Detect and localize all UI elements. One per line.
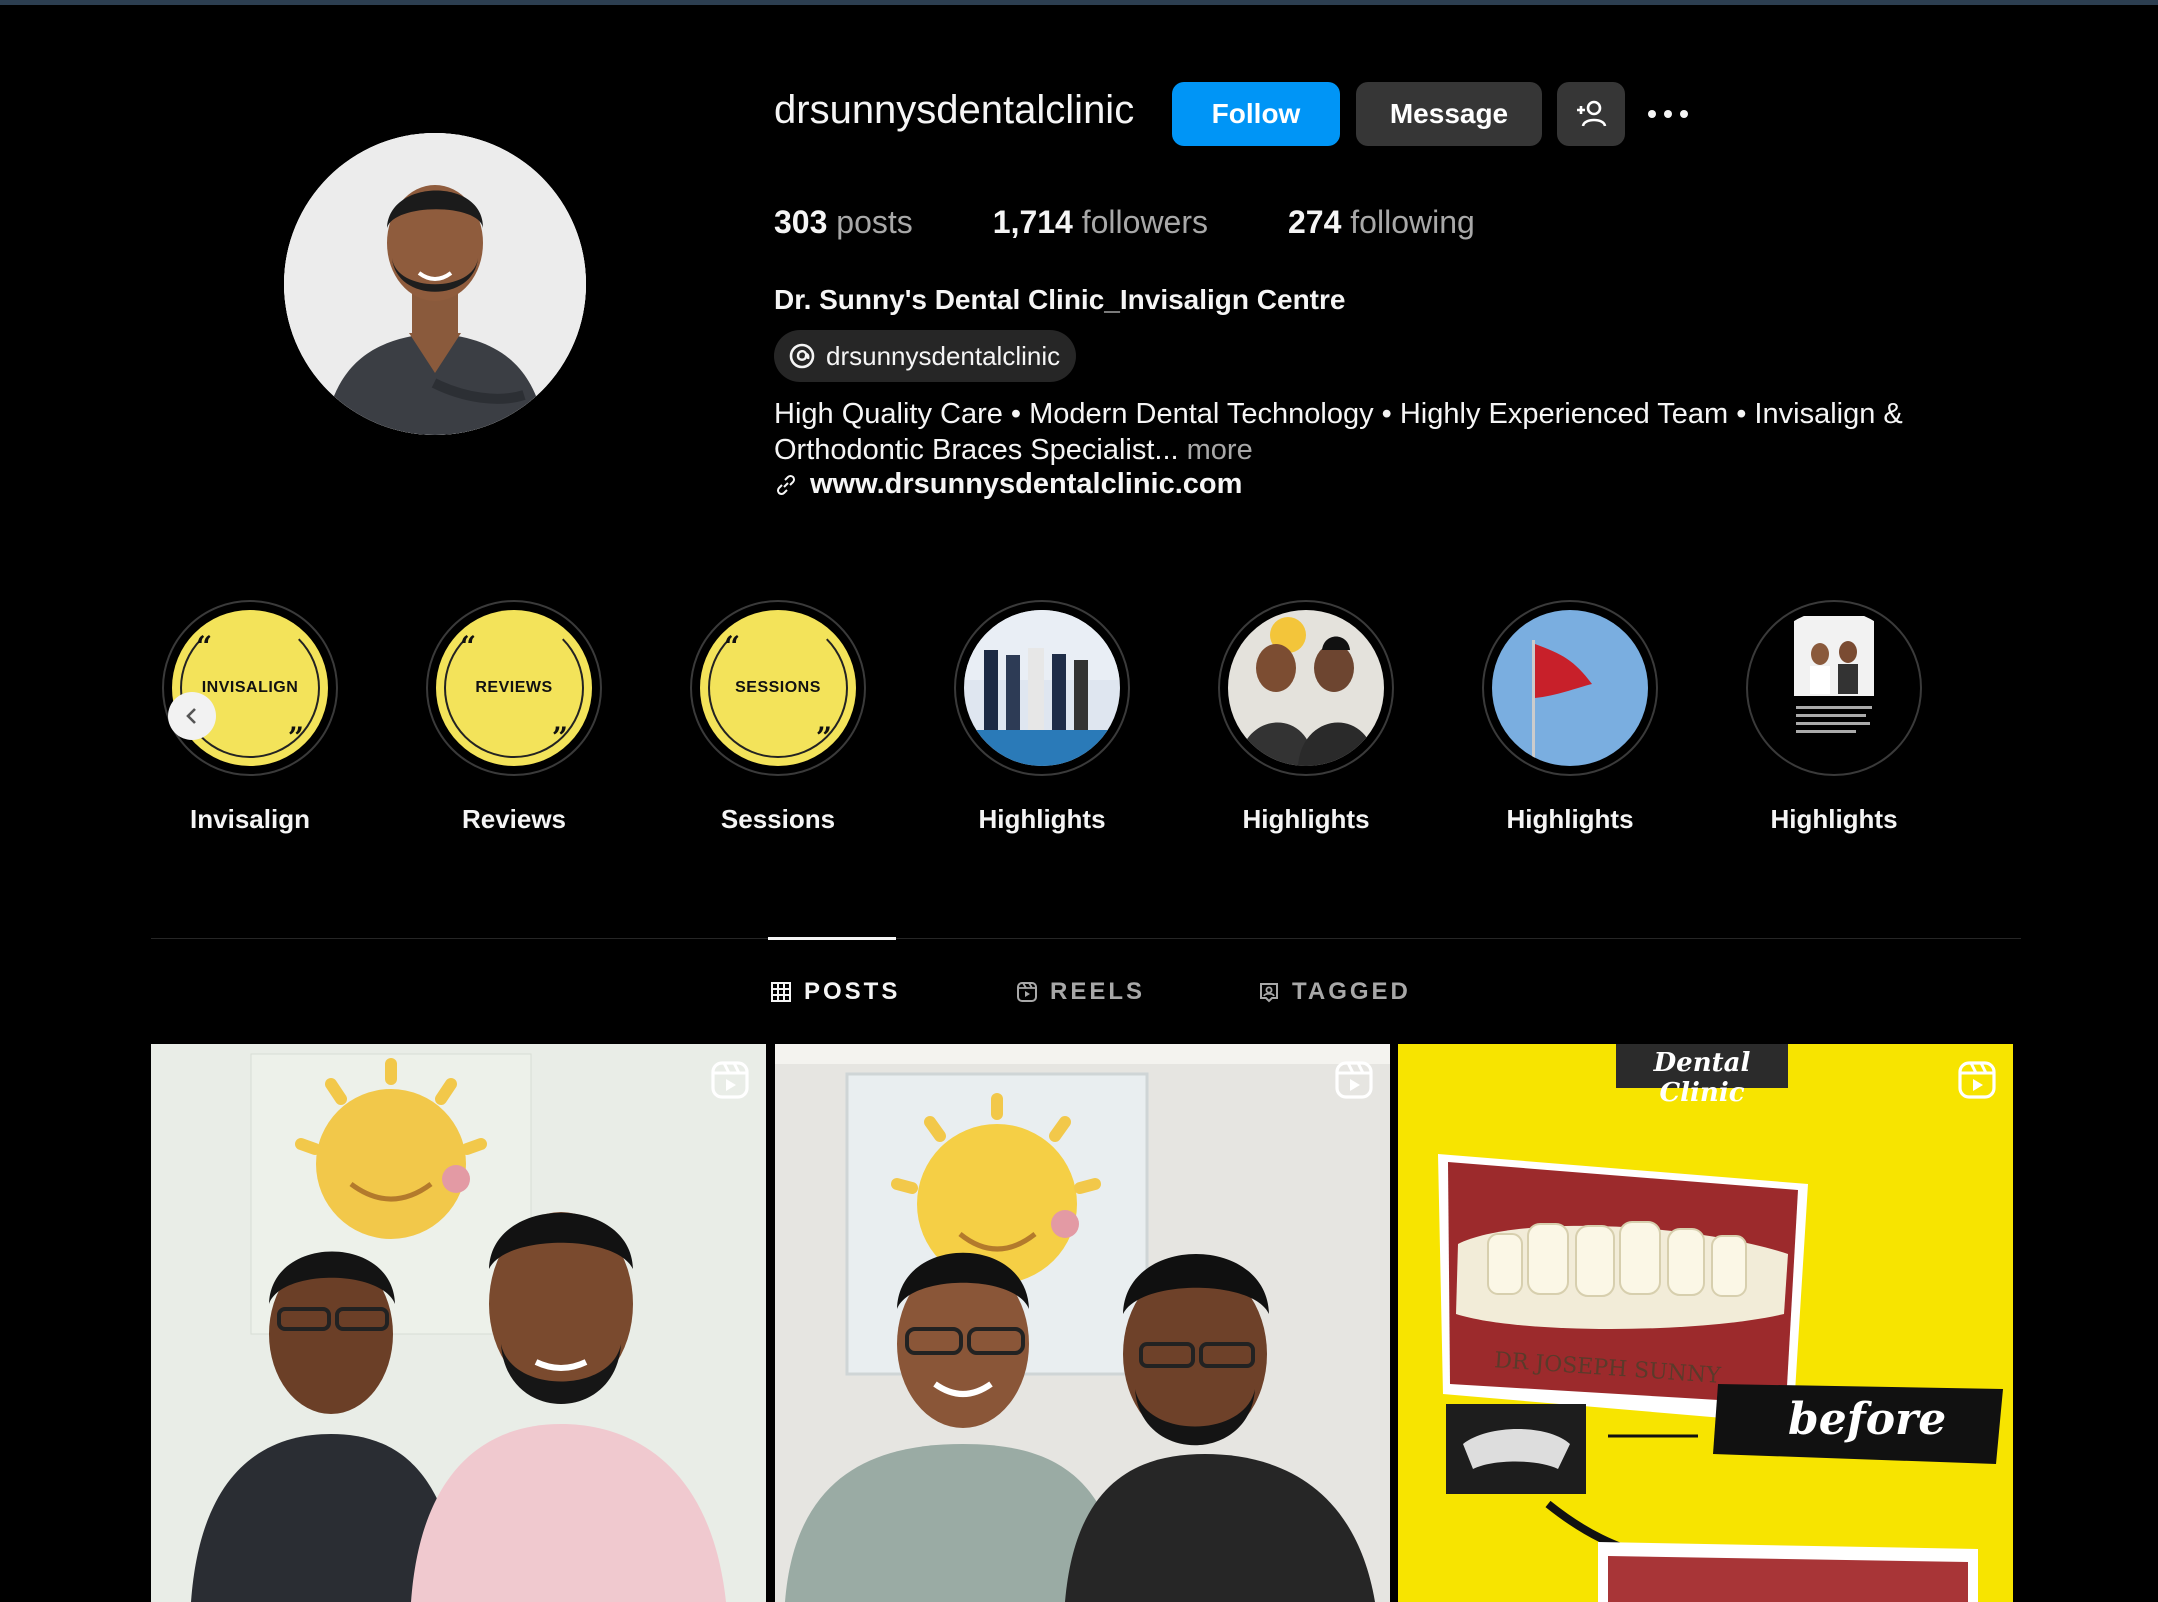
highlight-label: Highlights (978, 804, 1106, 834)
posts-count[interactable]: 303 posts (774, 204, 913, 241)
highlight-ring (954, 600, 1130, 776)
highlight-ring (1746, 600, 1922, 776)
bio-line-2: Orthodontic Braces Specialist... (774, 434, 1179, 466)
post-image (151, 1044, 766, 1602)
avatar-photo (284, 133, 586, 435)
highlight-testimonial-photo (1756, 610, 1912, 766)
highlight-cover: “ SESSIONS ” (700, 610, 856, 766)
highlight-label: Highlights (1506, 804, 1634, 834)
highlight-cover (1228, 610, 1384, 766)
bio-more-link[interactable]: more (1187, 434, 1253, 466)
highlight-label: Reviews (461, 804, 567, 834)
highlight-cover (1756, 610, 1912, 766)
following-count-value: 274 (1288, 204, 1342, 240)
highlight-cover (964, 610, 1120, 766)
website-link: www.drsunnysdentalclinic.com (810, 468, 1243, 500)
highlight-event[interactable]: Highlights (954, 600, 1130, 835)
message-button[interactable]: Message (1356, 82, 1542, 146)
threads-handle: drsunnysdentalclinic (826, 340, 1061, 371)
suggested-accounts-button[interactable] (1557, 82, 1625, 146)
add-user-icon (1577, 100, 1607, 127)
reel-badge-icon (711, 1061, 749, 1099)
threads-badge[interactable]: drsunnysdentalclinic (774, 330, 1077, 382)
tab-posts[interactable]: POSTS (770, 978, 900, 1006)
highlight-ring: “ REVIEWS ” (426, 600, 602, 776)
reel-badge-icon (1335, 1061, 1373, 1099)
highlight-testimonial[interactable]: Highlights (1746, 600, 1922, 835)
more-options-button[interactable] (1648, 98, 1698, 130)
highlight-flag[interactable]: Highlights (1482, 600, 1658, 835)
quote-close-icon: ” (815, 721, 832, 754)
quote-open-icon: “ (196, 630, 213, 663)
following-count-label: following (1350, 204, 1475, 240)
follow-button[interactable]: Follow (1172, 82, 1340, 146)
tab-posts-label: POSTS (804, 978, 901, 1005)
quote-open-icon: “ (460, 630, 477, 663)
tab-tagged-label: TAGGED (1292, 978, 1411, 1005)
more-icon (1648, 110, 1656, 118)
post-tile[interactable] (775, 1044, 1390, 1602)
bio-line-1: High Quality Care • Modern Dental Techno… (774, 398, 1903, 430)
post-tile[interactable]: Dental Clinic DR JOSEPH SUNNY before (1398, 1044, 2013, 1602)
profile-website[interactable]: www.drsunnysdentalclinic.com (774, 468, 1242, 501)
highlight-event-photo (964, 610, 1120, 766)
more-icon-dot (1664, 110, 1672, 118)
highlight-ring (1218, 600, 1394, 776)
quote-open-icon: “ (724, 630, 741, 663)
highlight-cover: “ REVIEWS ” (436, 610, 592, 766)
threads-icon (789, 343, 815, 369)
followers-count[interactable]: 1,714 followers (993, 204, 1208, 241)
tabs-divider (151, 938, 2021, 939)
highlight-label: Highlights (1242, 804, 1370, 834)
window-top-border (0, 0, 2158, 5)
reel-badge-icon (1958, 1061, 1996, 1099)
posts-count-value: 303 (774, 204, 828, 240)
followers-count-label: followers (1081, 204, 1208, 240)
post-header-text: Dental Clinic (1653, 1048, 1751, 1108)
post-image (1398, 1044, 2013, 1602)
highlight-cover: “ INVISALIGN ” (172, 610, 328, 766)
posts-count-label: posts (836, 204, 913, 240)
quote-close-icon: ” (287, 721, 304, 754)
highlight-sessions[interactable]: “ SESSIONS ” Sessions (690, 600, 866, 835)
profile-stats: 303 posts 1,714 followers 274 following (774, 204, 1555, 241)
highlight-team[interactable]: Highlights (1218, 600, 1394, 835)
highlight-label: Invisalign (190, 804, 310, 834)
tab-tagged[interactable]: TAGGED (1258, 978, 1411, 1006)
highlight-ring: “ SESSIONS ” (690, 600, 866, 776)
highlight-cover (1492, 610, 1648, 766)
tab-reels[interactable]: REELS (1016, 978, 1145, 1006)
followers-count-value: 1,714 (992, 204, 1073, 240)
reels-icon (1017, 982, 1037, 1002)
chevron-left-icon (186, 708, 196, 724)
highlight-ring (1482, 600, 1658, 776)
post-image (775, 1044, 1390, 1602)
tagged-icon (1260, 983, 1278, 1003)
grid-icon (771, 982, 791, 1002)
tab-reels-label: REELS (1050, 978, 1146, 1005)
following-count[interactable]: 274 following (1288, 204, 1475, 241)
profile-username: drsunnysdentalclinic (774, 88, 1135, 132)
highlight-label: Sessions (720, 804, 836, 834)
highlight-flag-photo (1492, 610, 1648, 766)
post-before-label: before (1788, 1394, 1947, 1445)
highlight-reviews[interactable]: “ REVIEWS ” Reviews (426, 600, 602, 835)
active-tab-indicator (768, 937, 896, 940)
more-icon-dot (1680, 110, 1688, 118)
profile-full-name: Dr. Sunny's Dental Clinic_Invisalign Cen… (774, 284, 1346, 315)
highlight-ring: “ INVISALIGN ” (162, 600, 338, 776)
profile-avatar[interactable] (284, 133, 586, 435)
highlights-previous-button[interactable] (168, 692, 216, 740)
link-icon (776, 474, 796, 495)
profile-bio: High Quality Care • Modern Dental Techno… (774, 396, 1974, 468)
highlight-label: Highlights (1770, 804, 1898, 834)
highlight-team-photo (1228, 610, 1384, 766)
post-tile[interactable] (151, 1044, 766, 1602)
quote-close-icon: ” (551, 721, 568, 754)
